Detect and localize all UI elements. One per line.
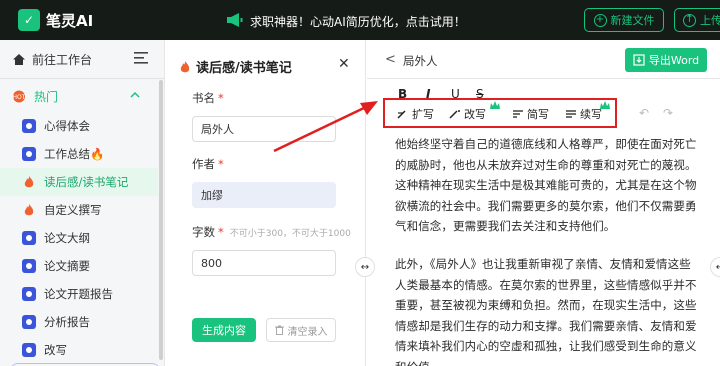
form-panel: 读后感/读书笔记 ✕ 书名 * 局外人 作者 * 加缪 字数 * 不可小于300，不可大… <box>166 40 366 366</box>
doc-icon <box>22 231 36 245</box>
word-count-input[interactable]: 800 <box>192 250 336 276</box>
doc-icon <box>22 287 36 301</box>
paragraph[interactable]: 此外，《局外人》也让我重新审视了亲情、友情和爱情这些人类最基本的情感。在莫尔索的… <box>395 254 697 366</box>
doc-icon <box>22 147 36 161</box>
author-label: 作者 * <box>192 157 224 171</box>
trash-icon <box>274 325 284 335</box>
close-icon[interactable]: ✕ <box>338 56 350 72</box>
sidebar-scrollbar[interactable] <box>159 80 163 360</box>
back-arrow-icon[interactable]: < <box>385 52 396 67</box>
continue-writing-button[interactable]: 续写 <box>565 106 602 122</box>
new-file-button[interactable]: + 新建文件 <box>584 8 664 32</box>
form-title: 读后感/读书笔记 <box>178 57 292 76</box>
condense-icon <box>513 110 523 118</box>
svg-text:HOT: HOT <box>13 94 26 101</box>
upload-icon: ↑ <box>683 13 696 27</box>
flame-icon <box>180 60 190 72</box>
top-bar: ✓ 笔灵AI 求职神器！心动AI简历优化，点击试用！ + 新建文件 ↑ 上传 <box>0 0 720 40</box>
divider <box>367 78 720 79</box>
sidebar-item-experience[interactable]: 心得体会 <box>0 112 158 140</box>
export-icon <box>633 54 645 66</box>
word-count-label: 字数 * 不可小于300，不可大于1000 <box>192 225 351 239</box>
redo-button[interactable]: ↷ <box>663 106 673 120</box>
author-input[interactable]: 加缪 <box>192 182 336 208</box>
promo-banner[interactable]: 求职神器！心动AI简历优化，点击试用！ <box>250 13 466 30</box>
sidebar-item-rewrite[interactable]: 改写 <box>0 336 158 364</box>
brand-name[interactable]: 笔灵AI <box>46 10 93 31</box>
logo[interactable]: ✓ <box>18 9 40 31</box>
editor-panel: < 局外人 导出Word B I U S 扩写 改写 简写 续写 ↶ ↷ 他始终… <box>367 40 720 366</box>
doc-icon <box>22 343 36 357</box>
rewrite-button[interactable]: 改写 <box>449 106 486 122</box>
sidebar-item-analysis-report[interactable]: 分析报告 <box>0 308 158 336</box>
sidebar-item-custom-writing[interactable]: 自定义撰写 <box>0 196 158 224</box>
sidebar-item-proposal-report[interactable]: 论文开题报告 <box>0 280 158 308</box>
flame-icon <box>24 204 34 216</box>
sidebar-item-thesis-outline[interactable]: 论文大纲 <box>0 224 158 252</box>
magic-pen-icon <box>449 110 460 119</box>
megaphone-icon <box>227 13 243 27</box>
simplify-button[interactable]: 简写 <box>512 106 549 122</box>
divider <box>0 78 164 79</box>
hot-icon: HOT <box>13 90 26 103</box>
continue-icon <box>566 110 576 118</box>
collapse-menu-icon[interactable] <box>134 52 148 64</box>
chevron-up-icon[interactable] <box>130 90 140 100</box>
generate-button[interactable]: 生成内容 <box>192 318 256 342</box>
sidebar-item-reading-notes[interactable]: 读后感/读书笔记 <box>0 168 158 196</box>
category-hot[interactable]: HOT 热门 <box>0 80 158 112</box>
go-to-workspace[interactable]: 前往工作台 <box>0 40 164 78</box>
book-name-label: 书名 * <box>192 91 224 105</box>
crown-icon <box>600 101 610 109</box>
document-title: 局外人 <box>403 54 438 68</box>
sidebar-item-work-summary[interactable]: 工作总结🔥 <box>0 140 158 168</box>
crown-icon <box>490 101 500 109</box>
undo-button[interactable]: ↶ <box>639 106 649 120</box>
sidebar-item-thesis-abstract[interactable]: 论文摘要 <box>0 252 158 280</box>
clear-button[interactable]: 清空录入 <box>266 318 336 342</box>
resize-handle[interactable]: ↔ <box>355 257 375 277</box>
doc-icon <box>22 119 36 133</box>
pen-icon <box>397 110 406 119</box>
annotation-arrow <box>273 101 378 153</box>
expand-button[interactable]: 扩写 <box>397 106 434 122</box>
flame-icon <box>24 176 34 188</box>
home-icon <box>13 53 25 65</box>
doc-icon <box>22 259 36 273</box>
upload-button[interactable]: ↑ 上传 <box>674 8 720 32</box>
plus-icon: + <box>593 13 607 27</box>
doc-icon <box>22 315 36 329</box>
paragraph[interactable]: 他始终坚守着自己的道德底线和人格尊严，即使在面对死亡的威胁时，他也从未放弃过对生… <box>395 134 697 237</box>
sidebar: 前往工作台 HOT 热门 心得体会 工作总结🔥 读后感/读书笔记 自定义撰写 论… <box>0 40 165 366</box>
export-word-button[interactable]: 导出Word <box>625 48 707 72</box>
